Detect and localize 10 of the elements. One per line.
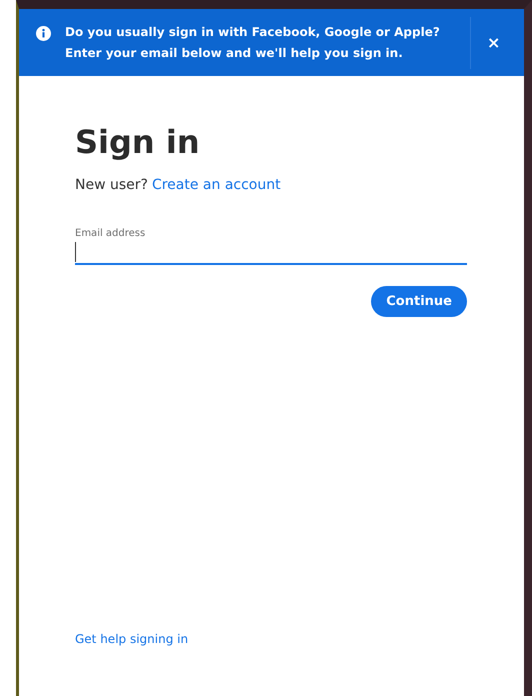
page-title: Sign in <box>75 122 201 162</box>
continue-button[interactable]: Continue <box>371 286 467 317</box>
new-user-prompt: New user? <box>75 177 148 193</box>
email-label: Email address <box>75 228 146 239</box>
close-button[interactable]: × <box>483 31 504 54</box>
help-link[interactable]: Get help signing in <box>75 632 188 646</box>
banner-message: Do you usually sign in with Facebook, Google or Apple? Enter your email below and we'll help you sign in. <box>65 24 441 62</box>
info-icon <box>36 26 51 41</box>
email-input-field[interactable] <box>75 241 467 265</box>
create-account-link[interactable]: Create an account <box>152 177 281 193</box>
